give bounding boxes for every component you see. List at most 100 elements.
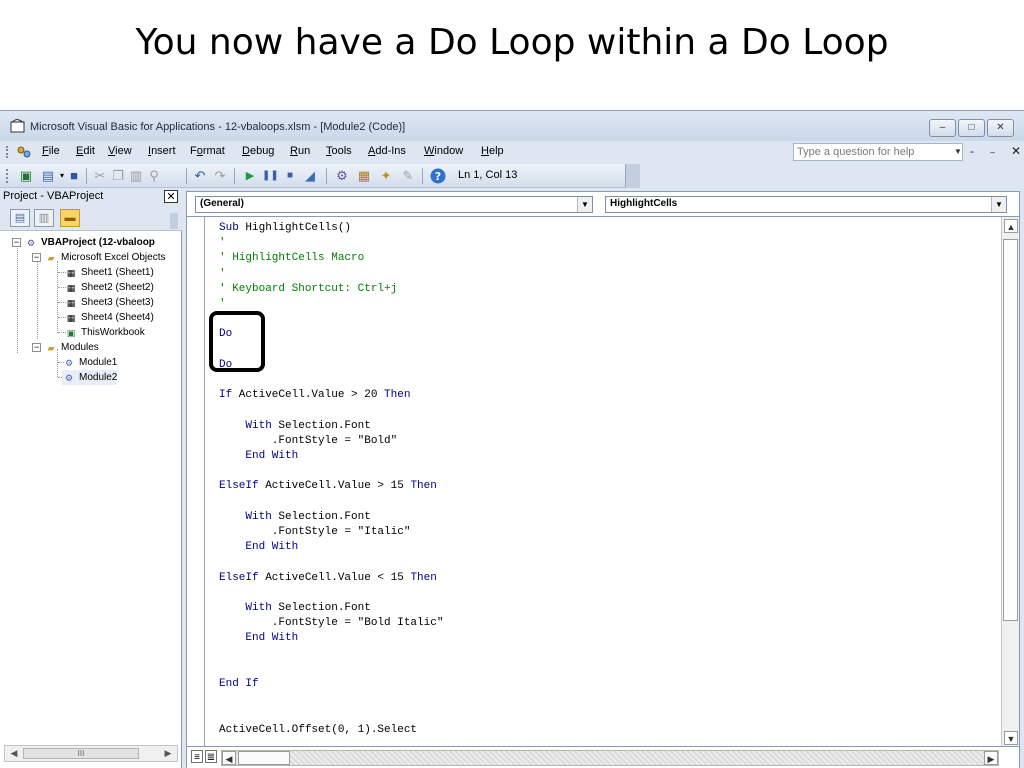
scroll-left-icon[interactable]: ◀ <box>7 747 21 760</box>
minimize-button[interactable]: – <box>929 119 956 137</box>
scroll-left-icon[interactable]: ◀ <box>222 751 236 765</box>
window-title: Microsoft Visual Basic for Applications … <box>30 121 406 133</box>
properties-icon[interactable]: ▦ <box>356 168 372 184</box>
menu-window[interactable]: Window <box>424 145 463 157</box>
project-explorer-header: Project - VBAProject ✕ <box>0 189 182 205</box>
worksheet-icon: ▦ <box>66 313 76 323</box>
close-project-explorer-icon[interactable]: ✕ <box>164 190 178 203</box>
help-dropdown-icon[interactable]: ▼ <box>954 147 962 156</box>
procedure-combobox[interactable]: HighlightCells ▼ <box>605 196 1007 213</box>
design-mode-icon[interactable]: ◢ <box>302 168 318 184</box>
code-vertical-scrollbar[interactable]: ▲ ▼ <box>1001 217 1019 747</box>
menu-help[interactable]: Help <box>481 145 504 157</box>
scroll-thumb[interactable] <box>1003 239 1018 621</box>
toolbox-icon[interactable]: ✎ <box>400 168 416 184</box>
menu-format[interactable]: Format <box>190 145 225 157</box>
view-excel-icon[interactable]: ▣ <box>18 168 34 184</box>
close-button[interactable]: ✕ <box>987 119 1014 137</box>
cut-icon[interactable]: ✂ <box>92 168 108 184</box>
project-explorer-title: Project - VBAProject <box>3 190 104 202</box>
code-line: End If <box>219 678 259 690</box>
menu-view[interactable]: View <box>108 145 132 157</box>
tree-node-thisworkbook[interactable]: ▣ ThisWorkbook <box>64 325 145 340</box>
scroll-thumb[interactable]: III <box>23 748 139 759</box>
collapse-toggle-icon[interactable]: − <box>32 343 41 352</box>
scroll-right-icon[interactable]: ▶ <box>984 751 998 765</box>
tree-node-sheet4[interactable]: ▦ Sheet4 (Sheet4) <box>64 310 154 325</box>
code-line: ElseIf ActiveCell.Value < 15 Then <box>219 571 437 584</box>
tree-node-excel-objects[interactable]: − ▰ Microsoft Excel Objects <box>32 250 165 265</box>
workbook-icon: ▣ <box>66 328 76 338</box>
toolbar-grip[interactable] <box>6 169 8 183</box>
code-line: .FontStyle = "Bold Italic" <box>219 617 444 630</box>
undo-icon[interactable]: ↶ <box>192 168 208 184</box>
procedure-view-icon[interactable]: ≡ <box>191 750 203 763</box>
scroll-right-icon[interactable]: ▶ <box>161 747 175 760</box>
nested-do-highlight-box <box>209 311 265 372</box>
redo-icon[interactable]: ↷ <box>212 168 228 184</box>
toolbar-options[interactable] <box>625 164 640 188</box>
full-module-view-icon[interactable]: ≣ <box>205 750 217 763</box>
scroll-up-icon[interactable]: ▲ <box>1004 219 1018 233</box>
worksheet-icon: ▦ <box>66 298 76 308</box>
menu-add-ins[interactable]: Add-Ins <box>368 145 406 157</box>
margin-indicator-bar[interactable] <box>191 217 205 747</box>
view-object-icon[interactable]: ▥ <box>34 209 54 227</box>
help-icon[interactable]: ? <box>430 168 446 184</box>
vbaproject-icon: ⚙ <box>26 238 36 248</box>
tree-node-module1[interactable]: ⚙ Module1 <box>62 355 117 370</box>
window-titlebar[interactable]: Microsoft Visual Basic for Applications … <box>0 111 1024 141</box>
tree-node-module2[interactable]: ⚙ Module2 <box>62 370 118 385</box>
mdi-window-buttons[interactable]: - ₋ ✕ <box>970 144 1024 158</box>
menu-edit[interactable]: Edit <box>76 145 95 157</box>
paste-icon[interactable]: ▥ <box>128 168 144 184</box>
code-line: ActiveCell.Offset(0, 1).Select <box>219 723 418 736</box>
code-horizontal-scrollbar[interactable]: ◀ ▶ <box>221 750 999 766</box>
break-icon[interactable]: ❚❚ <box>262 168 279 184</box>
tree-node-modules[interactable]: − ▰ Modules <box>32 340 99 355</box>
vba-project-icon[interactable] <box>16 145 32 159</box>
project-explorer-icon[interactable]: ⚙ <box>334 168 350 184</box>
menu-file[interactable]: File <box>42 145 60 157</box>
project-horizontal-scrollbar[interactable]: ◀ III ▶ <box>4 745 178 762</box>
code-line: ' HighlightCells Macro <box>219 252 365 265</box>
menu-insert[interactable]: Insert <box>148 145 176 157</box>
view-code-icon[interactable]: ▤ <box>10 209 30 227</box>
tree-node-sheet3[interactable]: ▦ Sheet3 (Sheet3) <box>64 295 154 310</box>
run-icon[interactable]: ▶ <box>242 168 258 184</box>
maximize-button[interactable]: □ <box>958 119 985 137</box>
menubar-grip[interactable] <box>6 146 8 158</box>
tree-node-sheet2[interactable]: ▦ Sheet2 (Sheet2) <box>64 280 154 295</box>
project-toolbar-options[interactable] <box>170 213 178 229</box>
folder-icon: ▰ <box>47 253 55 263</box>
tree-node-sheet1[interactable]: ▦ Sheet1 (Sheet1) <box>64 265 154 280</box>
code-window-footer: ≡ ≣ ◀ ▶ <box>187 746 1019 768</box>
menu-debug[interactable]: Debug <box>242 145 274 157</box>
svg-text:?: ? <box>435 170 441 183</box>
code-editor[interactable]: Sub HighlightCells() ' ' HighlightCells Ma… <box>187 216 1019 747</box>
tree-node-vbaproject[interactable]: − ⚙ VBAProject (12-vbaloop <box>12 235 155 250</box>
worksheet-icon: ▦ <box>66 268 76 278</box>
menu-run[interactable]: Run <box>290 145 310 157</box>
scroll-down-icon[interactable]: ▼ <box>1004 731 1018 745</box>
collapse-toggle-icon[interactable]: − <box>32 253 41 262</box>
scroll-thumb[interactable] <box>238 751 290 765</box>
menu-tools[interactable]: Tools <box>326 145 352 157</box>
module-icon: ⚙ <box>64 358 74 368</box>
dropdown-arrow-icon[interactable]: ▼ <box>577 197 592 212</box>
folder-icon: ▰ <box>47 343 55 353</box>
collapse-toggle-icon[interactable]: − <box>12 238 21 247</box>
reset-icon[interactable]: ■ <box>282 168 298 184</box>
code-line: End With <box>219 632 299 645</box>
save-icon[interactable]: ■ <box>66 168 82 184</box>
help-search-input[interactable]: Type a question for help <box>793 143 963 161</box>
copy-icon[interactable]: ❐ <box>110 168 126 184</box>
worksheet-icon: ▦ <box>66 283 76 293</box>
code-line: ' Keyboard Shortcut: Ctrl+j <box>219 282 398 295</box>
code-line: If ActiveCell.Value > 20 Then <box>219 389 411 402</box>
find-icon[interactable]: ⚲ <box>146 168 162 184</box>
object-combobox[interactable]: (General) ▼ <box>195 196 593 213</box>
toggle-folders-icon[interactable]: ▬ <box>60 209 80 227</box>
object-browser-icon[interactable]: ✦ <box>378 168 394 184</box>
dropdown-arrow-icon[interactable]: ▼ <box>991 197 1006 212</box>
